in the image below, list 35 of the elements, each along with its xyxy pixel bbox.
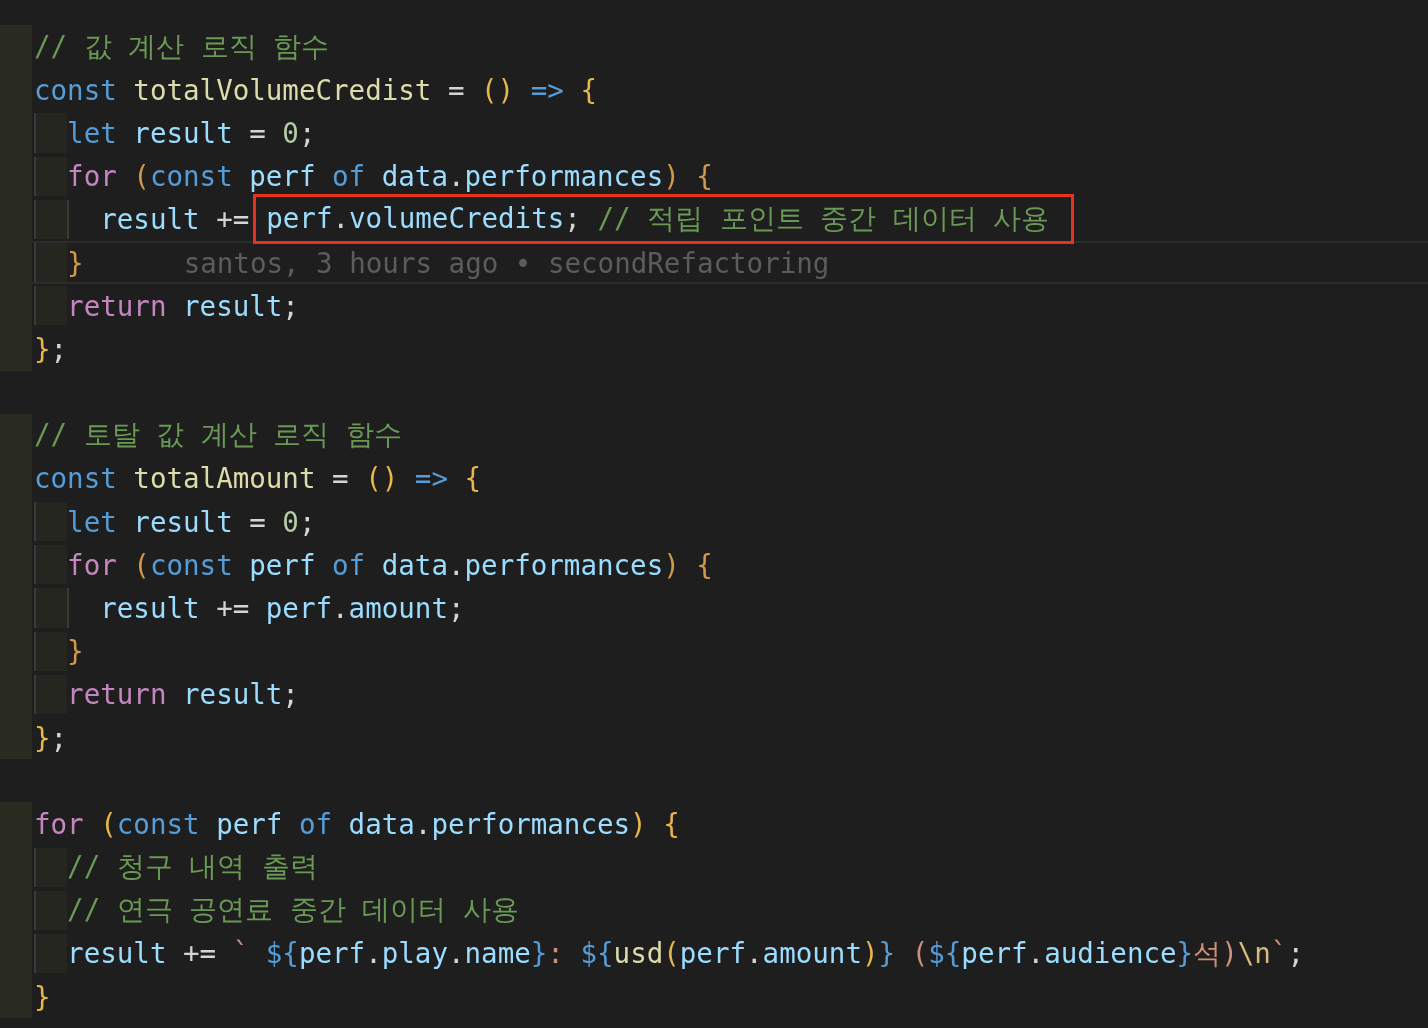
code-line: // 청구 내역 출력 <box>67 849 318 885</box>
code-line: result += ` ${perf.play.name}: ${usd(perf.amount)} (${perf.audience}석)\n`; <box>67 935 1304 971</box>
indent-guide <box>34 156 68 196</box>
code-line: } <box>67 246 84 279</box>
indent-guide <box>34 674 68 714</box>
code-line: }; <box>34 332 68 365</box>
indent-guide <box>34 199 68 239</box>
indent-guide <box>34 847 68 887</box>
code-line: } <box>67 635 84 668</box>
highlight-box: perf.volumeCredits; // 적립 포인트 중간 데이터 사용 <box>253 194 1075 245</box>
code-line: let result = 0; <box>67 505 316 538</box>
indent-guide <box>34 890 68 930</box>
code-line: for (const perf of data.performances) { <box>34 807 680 840</box>
indent-guide <box>34 588 68 628</box>
indent-guide <box>34 631 68 671</box>
code-line: const totalVolumeCredist = () => { <box>34 73 597 106</box>
indent-guide <box>34 502 68 542</box>
code-line: return result; <box>67 289 299 322</box>
code-line: // 값 계산 로직 함수 <box>34 28 330 64</box>
code-line: let result = 0; <box>67 116 316 149</box>
indent-guide <box>34 113 68 153</box>
code-line: return result; <box>67 678 299 711</box>
code-line: } <box>34 980 51 1013</box>
code-line: // 토탈 값 계산 로직 함수 <box>34 417 402 453</box>
code-line: for (const perf of data.performances) { <box>67 548 713 581</box>
code-line: result += <box>100 203 250 236</box>
blame-annotation: santos, 3 hours ago • secondRefactoring <box>183 246 830 279</box>
indent-guide <box>34 545 68 585</box>
code-line: const totalAmount = () => { <box>34 462 482 495</box>
code-line: for (const perf of data.performances) { <box>67 160 713 193</box>
code-line: result += perf.amount; <box>100 592 465 625</box>
code-line: // 연극 공연료 중간 데이터 사용 <box>67 892 519 928</box>
indent-guide <box>34 933 68 974</box>
code-line: }; <box>34 721 68 754</box>
indent-guide <box>34 286 68 326</box>
